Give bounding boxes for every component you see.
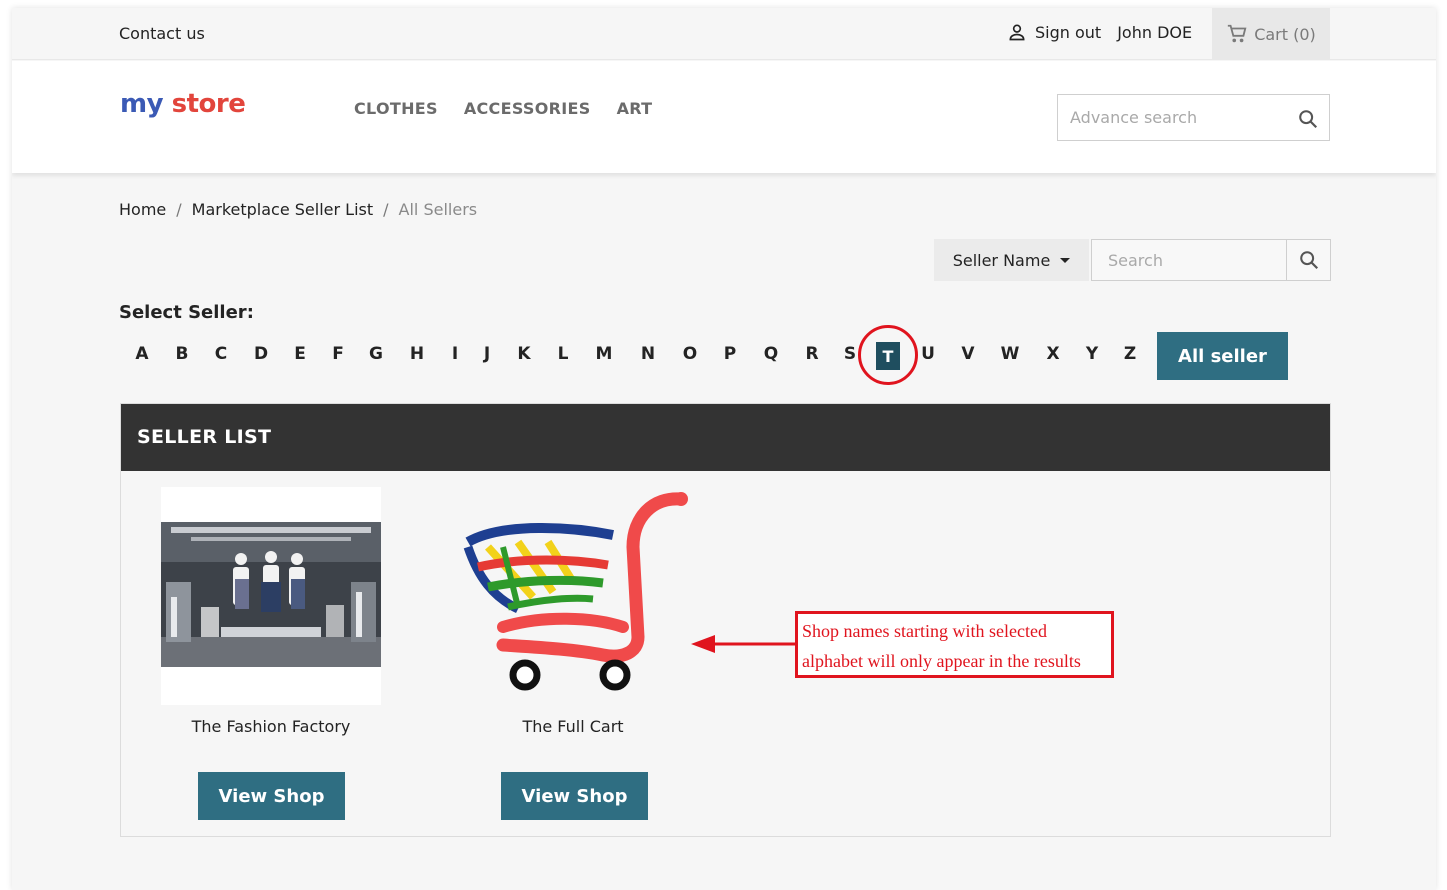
caret-down-icon	[1060, 257, 1071, 263]
cart-button[interactable]: Cart (0)	[1212, 8, 1330, 60]
page-frame: Contact us Sign out John DOE Cart (0) my…	[12, 8, 1436, 890]
annotation-line-1: Shop names starting with selected	[802, 621, 1047, 641]
letter-r[interactable]: R	[802, 344, 822, 364]
menu-item-accessories[interactable]: ACCESSORIES	[464, 99, 591, 118]
letter-d[interactable]: D	[251, 344, 271, 364]
letter-y[interactable]: Y	[1082, 344, 1102, 364]
annotation-line-2: alphabet will only appear in the results	[802, 651, 1081, 671]
search-icon[interactable]	[1297, 108, 1319, 130]
sign-out-link[interactable]: Sign out	[1035, 23, 1101, 42]
letter-x[interactable]: X	[1043, 344, 1063, 364]
breadcrumb-separator: /	[176, 200, 182, 219]
user-icon	[1009, 24, 1025, 41]
logo-text-part2: store	[171, 89, 246, 119]
letter-j[interactable]: J	[477, 344, 497, 364]
letter-z[interactable]: Z	[1120, 344, 1140, 364]
letter-u[interactable]: U	[918, 344, 938, 364]
shop-name-full-cart[interactable]: The Full Cart	[463, 717, 683, 736]
letter-l[interactable]: L	[553, 344, 573, 364]
letter-e[interactable]: E	[290, 344, 310, 364]
seller-list-panel: SELLER LIST The Fashion Factory The Full…	[120, 403, 1331, 837]
advance-search-input[interactable]	[1058, 95, 1288, 140]
seller-search-input[interactable]	[1092, 240, 1286, 280]
menu-item-art[interactable]: ART	[617, 99, 653, 118]
menu-item-clothes[interactable]: CLOTHES	[354, 99, 438, 118]
letter-v[interactable]: V	[958, 344, 978, 364]
letter-n[interactable]: N	[638, 344, 658, 364]
letter-q[interactable]: Q	[761, 344, 781, 364]
letter-b[interactable]: B	[172, 344, 192, 364]
highlight-circle	[858, 325, 918, 385]
view-shop-button-fashion-factory[interactable]: View Shop	[198, 772, 345, 820]
letter-k[interactable]: K	[514, 344, 534, 364]
contact-us-link[interactable]: Contact us	[119, 24, 205, 43]
search-icon	[1299, 251, 1318, 270]
seller-filter-dropdown[interactable]: Seller Name	[934, 239, 1089, 281]
shop-name-fashion-factory[interactable]: The Fashion Factory	[161, 717, 381, 736]
letter-f[interactable]: F	[328, 344, 348, 364]
store-logo[interactable]: my store	[120, 89, 246, 119]
seller-search-box	[1091, 239, 1287, 281]
cart-icon	[1228, 24, 1247, 43]
seller-filter-label: Seller Name	[952, 250, 1051, 270]
user-area: Sign out John DOE	[1007, 22, 1192, 42]
letter-g[interactable]: G	[366, 344, 386, 364]
letter-s[interactable]: S	[840, 344, 860, 364]
shop-image-full-cart[interactable]	[463, 487, 688, 705]
breadcrumb: Home / Marketplace Seller List / All Sel…	[119, 200, 477, 219]
top-nav: Contact us Sign out John DOE Cart (0)	[12, 8, 1436, 60]
account-link[interactable]: John DOE	[1117, 23, 1192, 42]
breadcrumb-home[interactable]: Home	[119, 200, 166, 219]
annotation-callout: Shop names starting with selected alphab…	[795, 611, 1114, 678]
cart-label: Cart (0)	[1254, 24, 1316, 44]
letter-c[interactable]: C	[211, 344, 231, 364]
breadcrumb-seller-list[interactable]: Marketplace Seller List	[192, 200, 374, 219]
breadcrumb-separator: /	[383, 200, 389, 219]
logo-text-part1: my	[120, 89, 164, 119]
letter-o[interactable]: O	[680, 344, 700, 364]
seller-list-title: SELLER LIST	[121, 404, 1330, 471]
letter-i[interactable]: I	[445, 344, 465, 364]
all-seller-button[interactable]: All seller	[1157, 332, 1288, 380]
letter-a[interactable]: A	[132, 344, 152, 364]
letter-m[interactable]: M	[594, 344, 614, 364]
site-header: my store CLOTHES ACCESSORIES ART	[12, 61, 1436, 173]
main-menu: CLOTHES ACCESSORIES ART	[354, 99, 652, 118]
seller-search-button[interactable]	[1286, 239, 1331, 281]
letter-p[interactable]: P	[720, 344, 740, 364]
annotation-arrow-icon	[691, 635, 797, 653]
view-shop-button-full-cart[interactable]: View Shop	[501, 772, 648, 820]
shop-image-fashion-factory[interactable]	[161, 487, 381, 705]
select-seller-label: Select Seller:	[119, 302, 254, 323]
letter-w[interactable]: W	[1000, 344, 1020, 364]
breadcrumb-current: All Sellers	[398, 200, 478, 219]
advance-search-box	[1057, 94, 1330, 141]
letter-h[interactable]: H	[407, 344, 427, 364]
